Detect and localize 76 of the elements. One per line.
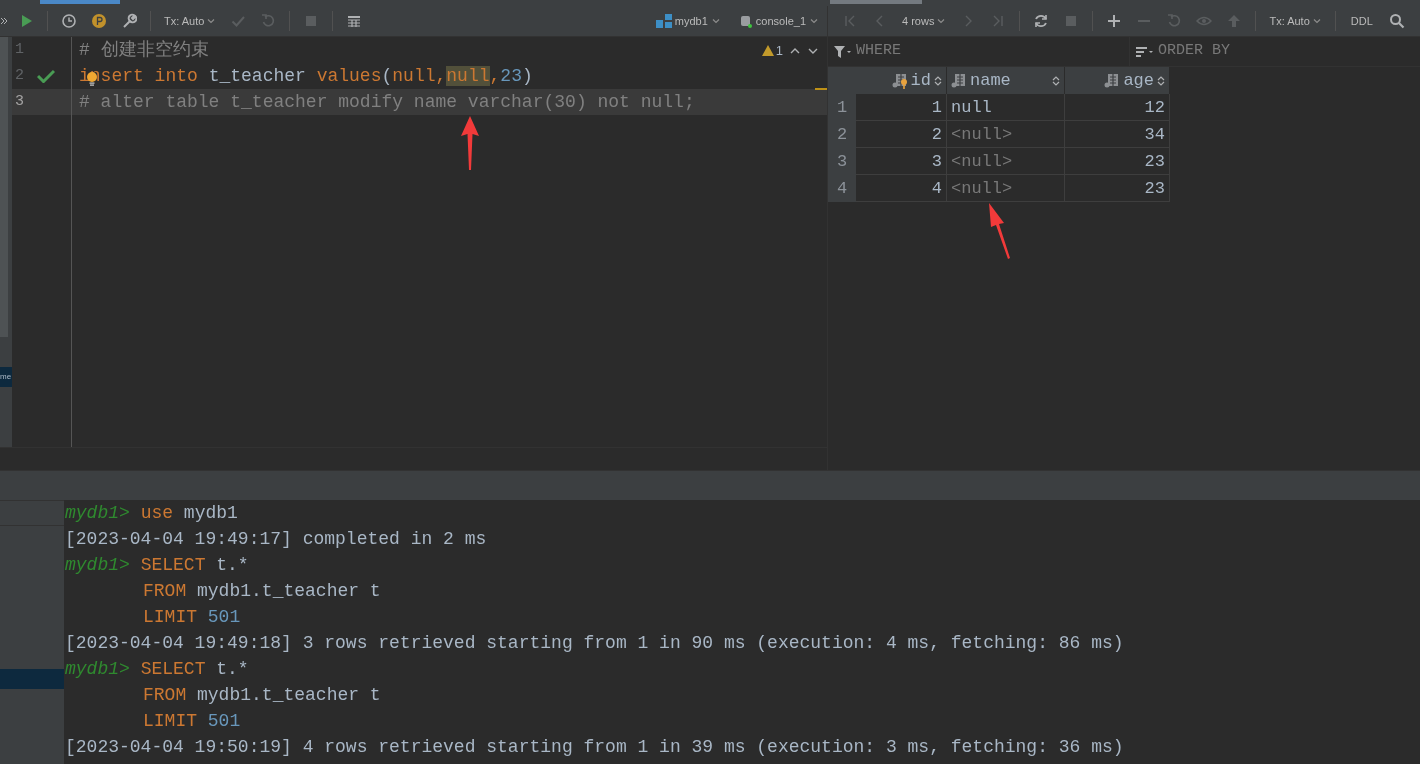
caret-icon bbox=[710, 16, 721, 26]
plus-icon bbox=[1106, 13, 1123, 29]
refresh-icon bbox=[1033, 13, 1050, 29]
warning-count[interactable]: 1 bbox=[761, 41, 783, 61]
caret-icon bbox=[936, 16, 947, 26]
sort-icon[interactable] bbox=[1136, 45, 1154, 58]
undo-icon bbox=[260, 13, 277, 29]
dropdown-button[interactable]: 4 rows bbox=[898, 10, 951, 32]
sort-arrows-icon[interactable] bbox=[1157, 74, 1165, 87]
dropdown-button[interactable]: Tx: Auto bbox=[160, 10, 221, 32]
annotation-arrow bbox=[986, 203, 1012, 259]
table-cell: 23 bbox=[1065, 175, 1170, 202]
active-tab-indicator[interactable] bbox=[40, 0, 120, 4]
warning-icon bbox=[761, 45, 774, 57]
clock-icon bbox=[61, 13, 77, 29]
table-cell: 23 bbox=[1065, 148, 1170, 175]
table-cell: 1 bbox=[856, 94, 947, 121]
scrollbar[interactable] bbox=[0, 37, 8, 337]
console-log-line: [2023-04-04 19:49:17] completed in 2 ms bbox=[65, 528, 487, 551]
table-icon bbox=[346, 13, 363, 29]
row-number: 3 bbox=[828, 148, 856, 175]
console-log-line: [2023-04-04 19:49:18] 3 rows retrieved starting from 1 in 90 ms (execution: 4 ms, fetching: 86 ms) bbox=[65, 632, 1124, 655]
active-tab-indicator[interactable] bbox=[830, 0, 922, 4]
console-log-line: [2023-04-04 19:50:19] 4 rows retrieved starting from 1 in 39 ms (execution: 3 ms, fetching: 36 ms) bbox=[65, 736, 1124, 759]
ddl-button[interactable]: DDL bbox=[1344, 10, 1379, 32]
row-number: 4 bbox=[828, 175, 856, 202]
console-command-line: FROM mydb1.t_teacher t bbox=[143, 684, 381, 707]
console-command-line: LIMIT 501 bbox=[143, 606, 241, 629]
search-icon bbox=[1388, 13, 1405, 29]
table-cell: 3 bbox=[856, 148, 947, 175]
console-dropdown[interactable]: console_1 bbox=[738, 12, 819, 30]
row-number: 2 bbox=[828, 121, 856, 148]
console-icon bbox=[738, 14, 753, 28]
datasource-dropdown[interactable]: mydb1 bbox=[655, 12, 721, 30]
console-command-line: mydb1> SELECT t.* bbox=[65, 658, 249, 681]
table-cell: null bbox=[947, 94, 1065, 121]
p-circle-icon bbox=[91, 13, 107, 29]
table-cell: 4 bbox=[856, 175, 947, 202]
table-cell: <null> bbox=[947, 175, 1065, 202]
console-command-line: LIMIT 501 bbox=[143, 710, 241, 733]
dropdown-button[interactable]: Tx: Auto bbox=[1265, 10, 1326, 32]
console-command-line: mydb1> use mydb1 bbox=[65, 502, 238, 525]
caret-icon bbox=[1311, 16, 1322, 26]
code-line: # alter table t_teacher modify name varchar(30) not null; bbox=[79, 91, 695, 114]
caret-icon bbox=[809, 16, 819, 26]
up-arrow-icon bbox=[1226, 13, 1243, 29]
where-filter-field[interactable]: WHERE bbox=[856, 40, 1129, 63]
warning-marker[interactable] bbox=[815, 88, 827, 90]
console-command-line: mydb1> SELECT t.* bbox=[65, 554, 249, 577]
sort-arrows-icon[interactable] bbox=[934, 74, 942, 87]
table-cell: <null> bbox=[947, 121, 1065, 148]
caret-icon bbox=[206, 16, 217, 26]
column-header[interactable]: name bbox=[947, 67, 1065, 94]
wrench-icon bbox=[121, 13, 137, 29]
check-icon bbox=[37, 69, 55, 83]
selected-session-row[interactable] bbox=[0, 669, 64, 689]
table-cell: 2 bbox=[856, 121, 947, 148]
console-command-line: FROM mydb1.t_teacher t bbox=[143, 580, 381, 603]
undo-icon bbox=[1166, 13, 1183, 29]
table-cell: 34 bbox=[1065, 121, 1170, 148]
table-cell: 12 bbox=[1065, 94, 1170, 121]
order-by-field[interactable]: ORDER BY bbox=[1158, 40, 1420, 63]
code-line: # 创建非空约束 bbox=[79, 39, 209, 62]
column-header[interactable]: age bbox=[1065, 67, 1170, 94]
line-number: 1 bbox=[15, 39, 25, 60]
sort-arrows-icon[interactable] bbox=[1052, 74, 1060, 87]
schema-icon bbox=[655, 14, 672, 28]
row-number: 1 bbox=[828, 94, 856, 121]
side-panel-item[interactable]: me bbox=[0, 367, 12, 387]
line-number: 3 bbox=[15, 91, 25, 112]
line-number: 2 bbox=[15, 65, 25, 86]
table-cell: <null> bbox=[947, 148, 1065, 175]
filter-icon[interactable] bbox=[834, 45, 852, 58]
column-header[interactable]: id bbox=[856, 67, 947, 94]
annotation-arrow bbox=[461, 116, 479, 170]
double-chevron-icon[interactable] bbox=[0, 17, 8, 25]
